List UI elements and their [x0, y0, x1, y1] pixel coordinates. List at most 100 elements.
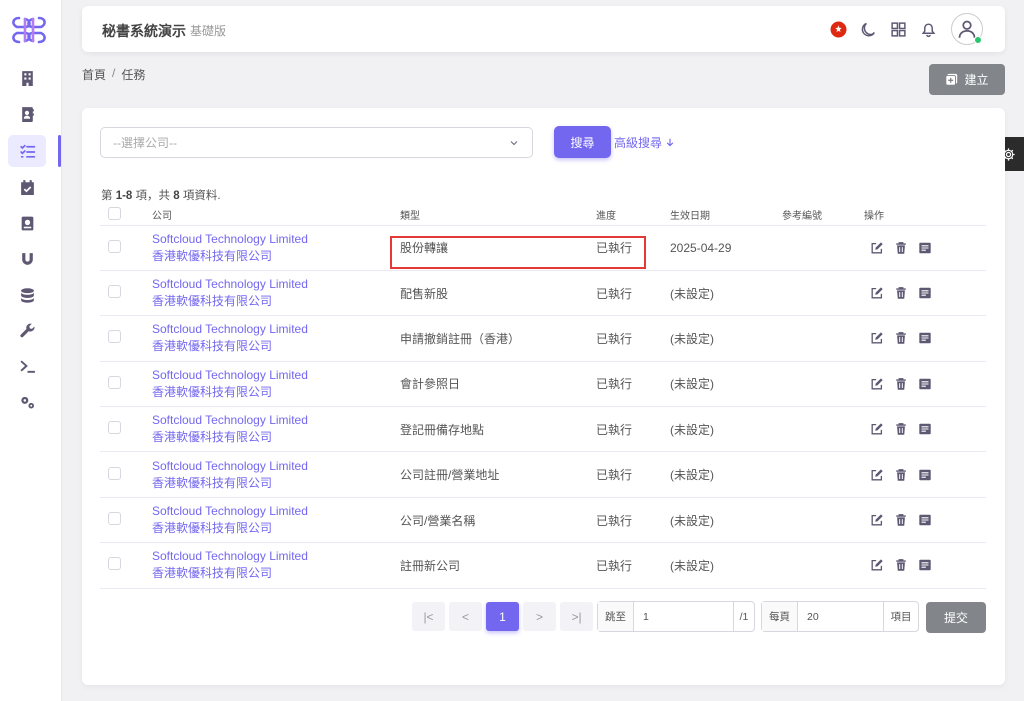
- notifications-button[interactable]: [913, 14, 943, 44]
- trash-icon[interactable]: [894, 286, 908, 300]
- app-title: 秘書系統演示: [102, 23, 186, 39]
- first-page-button[interactable]: |<: [412, 602, 445, 631]
- details-icon[interactable]: [918, 286, 932, 300]
- edit-icon[interactable]: [870, 422, 884, 436]
- task-list-card: --選擇公司-- 搜尋 高級搜尋 第 1-8 項，共 8 項資料. 公司 類型 …: [82, 108, 1005, 685]
- header-type[interactable]: 類型: [400, 205, 596, 226]
- table-row: Softcloud Technology Limited 香港軟優科技有限公司 …: [100, 361, 986, 408]
- row-checkbox[interactable]: [108, 466, 121, 480]
- sidebar-item-magnet[interactable]: [8, 243, 46, 275]
- details-icon[interactable]: [918, 513, 932, 527]
- grid-icon: [890, 21, 906, 37]
- sidebar-item-calendar[interactable]: [8, 171, 46, 203]
- task-progress: 已執行: [596, 406, 670, 453]
- sidebar-item-contacts[interactable]: [8, 98, 46, 130]
- row-checkbox[interactable]: [108, 557, 121, 571]
- search-button[interactable]: 搜尋: [554, 126, 611, 158]
- app-logo[interactable]: [5, 10, 53, 50]
- row-checkbox[interactable]: [108, 330, 121, 344]
- details-icon[interactable]: [918, 241, 932, 255]
- jump-page-input[interactable]: 1: [634, 602, 734, 631]
- sidebar-item-terminal[interactable]: [8, 350, 46, 382]
- company-name-en-link[interactable]: Softcloud Technology Limited: [152, 321, 400, 338]
- row-checkbox[interactable]: [108, 239, 121, 253]
- details-icon[interactable]: [918, 331, 932, 345]
- sidebar-item-settings[interactable]: [8, 386, 46, 418]
- details-icon[interactable]: [918, 558, 932, 572]
- company-name-zh-link[interactable]: 香港軟優科技有限公司: [152, 520, 400, 537]
- reference-number: [782, 542, 864, 589]
- select-all-checkbox[interactable]: [108, 206, 121, 220]
- trash-icon[interactable]: [894, 241, 908, 255]
- company-name-en-link[interactable]: Softcloud Technology Limited: [152, 412, 400, 429]
- submit-button[interactable]: 提交: [926, 602, 986, 633]
- task-progress: 已執行: [596, 542, 670, 589]
- task-type: 配售新股: [400, 270, 596, 317]
- trash-icon[interactable]: [894, 377, 908, 391]
- edit-icon[interactable]: [870, 468, 884, 482]
- edit-icon[interactable]: [870, 377, 884, 391]
- effective-date: (未設定): [670, 270, 782, 317]
- create-button[interactable]: 建立: [929, 64, 1005, 95]
- edit-icon[interactable]: [870, 331, 884, 345]
- company-name-en-link[interactable]: Softcloud Technology Limited: [152, 276, 400, 293]
- trash-icon[interactable]: [894, 468, 908, 482]
- trash-icon[interactable]: [894, 558, 908, 572]
- company-name-zh-link[interactable]: 香港軟優科技有限公司: [152, 429, 400, 446]
- task-type: 股份轉讓: [400, 225, 596, 271]
- row-checkbox[interactable]: [108, 375, 121, 389]
- trash-icon[interactable]: [894, 513, 908, 527]
- header-effective-date[interactable]: 生效日期: [670, 205, 782, 226]
- apps-button[interactable]: [883, 14, 913, 44]
- summary-range: 1-8: [115, 190, 133, 202]
- bell-icon: [921, 22, 935, 37]
- task-table: 公司 類型 進度 生效日期 參考編號 操作 Softcloud Technolo…: [100, 205, 986, 589]
- details-icon[interactable]: [918, 377, 932, 391]
- prev-page-button[interactable]: <: [449, 602, 482, 631]
- details-icon[interactable]: [918, 422, 932, 436]
- header-reference-number[interactable]: 參考編號: [782, 205, 864, 226]
- company-name-en-link[interactable]: Softcloud Technology Limited: [152, 548, 400, 565]
- next-page-button[interactable]: >: [523, 602, 556, 631]
- last-page-button[interactable]: >|: [560, 602, 593, 631]
- task-type: 會計參照日: [400, 361, 596, 408]
- header-company[interactable]: 公司: [152, 205, 400, 226]
- details-icon[interactable]: [918, 468, 932, 482]
- language-button[interactable]: [823, 14, 853, 44]
- company-name-en-link[interactable]: Softcloud Technology Limited: [152, 458, 400, 475]
- company-name-en-link[interactable]: Softcloud Technology Limited: [152, 231, 400, 248]
- advanced-search-link[interactable]: 高級搜尋: [614, 134, 675, 151]
- per-page-input[interactable]: 20: [798, 602, 884, 631]
- company-name-zh-link[interactable]: 香港軟優科技有限公司: [152, 475, 400, 492]
- task-type: 公司/營業名稱: [400, 497, 596, 544]
- edit-icon[interactable]: [870, 513, 884, 527]
- jump-to-page-group: 跳至 1 /1: [597, 601, 755, 632]
- row-checkbox[interactable]: [108, 421, 121, 435]
- breadcrumb-home[interactable]: 首頁: [82, 66, 106, 83]
- company-select[interactable]: --選擇公司--: [100, 127, 533, 158]
- sidebar-item-tools[interactable]: [8, 314, 46, 346]
- dark-mode-toggle[interactable]: [853, 14, 883, 44]
- contact-book-icon: [21, 106, 34, 122]
- row-checkbox[interactable]: [108, 285, 121, 299]
- edit-icon[interactable]: [870, 558, 884, 572]
- trash-icon[interactable]: [894, 331, 908, 345]
- company-name-en-link[interactable]: Softcloud Technology Limited: [152, 367, 400, 384]
- sidebar-item-tasks[interactable]: [8, 135, 46, 167]
- edit-icon[interactable]: [870, 286, 884, 300]
- company-name-en-link[interactable]: Softcloud Technology Limited: [152, 503, 400, 520]
- sidebar-item-database[interactable]: [8, 279, 46, 311]
- company-name-zh-link[interactable]: 香港軟優科技有限公司: [152, 248, 400, 265]
- company-name-zh-link[interactable]: 香港軟優科技有限公司: [152, 338, 400, 355]
- company-name-zh-link[interactable]: 香港軟優科技有限公司: [152, 293, 400, 310]
- user-avatar[interactable]: [951, 13, 983, 45]
- page-button-current[interactable]: 1: [486, 602, 519, 631]
- trash-icon[interactable]: [894, 422, 908, 436]
- company-name-zh-link[interactable]: 香港軟優科技有限公司: [152, 565, 400, 582]
- sidebar-item-company[interactable]: [8, 62, 46, 94]
- edit-icon[interactable]: [870, 241, 884, 255]
- header-progress[interactable]: 進度: [596, 205, 670, 226]
- row-checkbox[interactable]: [108, 512, 121, 526]
- company-name-zh-link[interactable]: 香港軟優科技有限公司: [152, 384, 400, 401]
- sidebar-item-passbook[interactable]: [8, 207, 46, 239]
